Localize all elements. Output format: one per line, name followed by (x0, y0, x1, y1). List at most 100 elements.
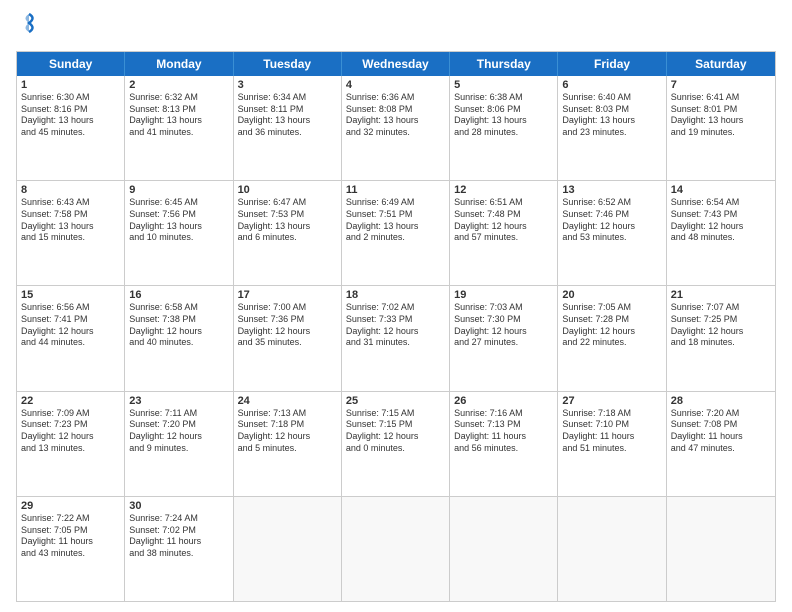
day-number: 1 (21, 79, 120, 91)
cell-line: Sunrise: 6:36 AM (346, 92, 445, 104)
cell-line: Sunrise: 6:58 AM (129, 302, 228, 314)
cell-line: Sunrise: 6:34 AM (238, 92, 337, 104)
day-number: 11 (346, 184, 445, 196)
cell-line: and 10 minutes. (129, 232, 228, 244)
cell-line: Sunrise: 7:18 AM (562, 408, 661, 420)
cell-line: and 6 minutes. (238, 232, 337, 244)
cell-line: Sunset: 7:36 PM (238, 314, 337, 326)
header-day-thursday: Thursday (450, 52, 558, 76)
day-number: 7 (671, 79, 771, 91)
cell-line: and 47 minutes. (671, 443, 771, 455)
calendar-cell: 1Sunrise: 6:30 AMSunset: 8:16 PMDaylight… (17, 76, 125, 180)
cell-line: Sunrise: 6:32 AM (129, 92, 228, 104)
day-number: 12 (454, 184, 553, 196)
cell-line: and 43 minutes. (21, 548, 120, 560)
cell-line: Sunset: 8:01 PM (671, 104, 771, 116)
day-number: 25 (346, 395, 445, 407)
cell-line: Sunset: 7:46 PM (562, 209, 661, 221)
day-number: 28 (671, 395, 771, 407)
cell-line: Sunset: 7:10 PM (562, 419, 661, 431)
cell-line: and 44 minutes. (21, 337, 120, 349)
cell-line: Sunset: 8:16 PM (21, 104, 120, 116)
cell-line: and 57 minutes. (454, 232, 553, 244)
calendar-cell: 30Sunrise: 7:24 AMSunset: 7:02 PMDayligh… (125, 497, 233, 601)
calendar-cell (450, 497, 558, 601)
cell-line: Sunrise: 7:05 AM (562, 302, 661, 314)
cell-line: Sunrise: 6:38 AM (454, 92, 553, 104)
cell-line: Sunrise: 6:51 AM (454, 197, 553, 209)
cell-line: Sunset: 7:05 PM (21, 525, 120, 537)
day-number: 27 (562, 395, 661, 407)
cell-line: Daylight: 13 hours (129, 221, 228, 233)
cell-line: and 19 minutes. (671, 127, 771, 139)
cell-line: Daylight: 13 hours (238, 221, 337, 233)
cell-line: Daylight: 13 hours (346, 221, 445, 233)
cell-line: Sunrise: 7:24 AM (129, 513, 228, 525)
day-number: 4 (346, 79, 445, 91)
cell-line: Daylight: 13 hours (238, 115, 337, 127)
cell-line: Daylight: 12 hours (346, 431, 445, 443)
cell-line: Daylight: 12 hours (454, 221, 553, 233)
cell-line: Sunset: 7:25 PM (671, 314, 771, 326)
logo (16, 12, 40, 39)
cell-line: Daylight: 12 hours (671, 326, 771, 338)
cell-line: Sunrise: 7:11 AM (129, 408, 228, 420)
calendar-cell: 27Sunrise: 7:18 AMSunset: 7:10 PMDayligh… (558, 392, 666, 496)
day-number: 2 (129, 79, 228, 91)
cell-line: and 45 minutes. (21, 127, 120, 139)
day-number: 16 (129, 289, 228, 301)
cell-line: Daylight: 12 hours (129, 431, 228, 443)
cell-line: Sunrise: 6:41 AM (671, 92, 771, 104)
calendar-cell (234, 497, 342, 601)
cell-line: Sunset: 7:20 PM (129, 419, 228, 431)
cell-line: and 13 minutes. (21, 443, 120, 455)
calendar-cell: 2Sunrise: 6:32 AMSunset: 8:13 PMDaylight… (125, 76, 233, 180)
cell-line: Sunset: 8:08 PM (346, 104, 445, 116)
cell-line: Daylight: 13 hours (21, 115, 120, 127)
cell-line: Sunset: 7:38 PM (129, 314, 228, 326)
calendar-row: 22Sunrise: 7:09 AMSunset: 7:23 PMDayligh… (17, 392, 775, 497)
cell-line: Sunrise: 7:00 AM (238, 302, 337, 314)
cell-line: and 9 minutes. (129, 443, 228, 455)
cell-line: and 23 minutes. (562, 127, 661, 139)
cell-line: Daylight: 13 hours (454, 115, 553, 127)
cell-line: Sunrise: 7:09 AM (21, 408, 120, 420)
day-number: 21 (671, 289, 771, 301)
calendar-row: 29Sunrise: 7:22 AMSunset: 7:05 PMDayligh… (17, 497, 775, 601)
cell-line: Daylight: 11 hours (129, 536, 228, 548)
cell-line: Sunset: 7:53 PM (238, 209, 337, 221)
calendar-row: 1Sunrise: 6:30 AMSunset: 8:16 PMDaylight… (17, 76, 775, 181)
calendar-cell: 16Sunrise: 6:58 AMSunset: 7:38 PMDayligh… (125, 286, 233, 390)
day-number: 9 (129, 184, 228, 196)
cell-line: Sunset: 7:18 PM (238, 419, 337, 431)
day-number: 14 (671, 184, 771, 196)
cell-line: and 31 minutes. (346, 337, 445, 349)
day-number: 15 (21, 289, 120, 301)
cell-line: Sunset: 7:33 PM (346, 314, 445, 326)
calendar-cell: 6Sunrise: 6:40 AMSunset: 8:03 PMDaylight… (558, 76, 666, 180)
cell-line: and 56 minutes. (454, 443, 553, 455)
cell-line: Sunset: 7:56 PM (129, 209, 228, 221)
cell-line: Daylight: 12 hours (562, 221, 661, 233)
calendar-row: 8Sunrise: 6:43 AMSunset: 7:58 PMDaylight… (17, 181, 775, 286)
day-number: 20 (562, 289, 661, 301)
calendar: SundayMondayTuesdayWednesdayThursdayFrid… (16, 51, 776, 602)
cell-line: Daylight: 11 hours (562, 431, 661, 443)
calendar-row: 15Sunrise: 6:56 AMSunset: 7:41 PMDayligh… (17, 286, 775, 391)
cell-line: Sunset: 8:13 PM (129, 104, 228, 116)
day-number: 19 (454, 289, 553, 301)
calendar-cell: 25Sunrise: 7:15 AMSunset: 7:15 PMDayligh… (342, 392, 450, 496)
cell-line: Sunrise: 6:52 AM (562, 197, 661, 209)
calendar-cell: 18Sunrise: 7:02 AMSunset: 7:33 PMDayligh… (342, 286, 450, 390)
calendar-cell: 22Sunrise: 7:09 AMSunset: 7:23 PMDayligh… (17, 392, 125, 496)
cell-line: and 35 minutes. (238, 337, 337, 349)
day-number: 13 (562, 184, 661, 196)
cell-line: Sunset: 7:48 PM (454, 209, 553, 221)
calendar-cell: 4Sunrise: 6:36 AMSunset: 8:08 PMDaylight… (342, 76, 450, 180)
cell-line: Sunset: 7:28 PM (562, 314, 661, 326)
cell-line: and 40 minutes. (129, 337, 228, 349)
day-number: 22 (21, 395, 120, 407)
cell-line: Sunrise: 7:20 AM (671, 408, 771, 420)
cell-line: Sunrise: 7:07 AM (671, 302, 771, 314)
calendar-cell: 7Sunrise: 6:41 AMSunset: 8:01 PMDaylight… (667, 76, 775, 180)
